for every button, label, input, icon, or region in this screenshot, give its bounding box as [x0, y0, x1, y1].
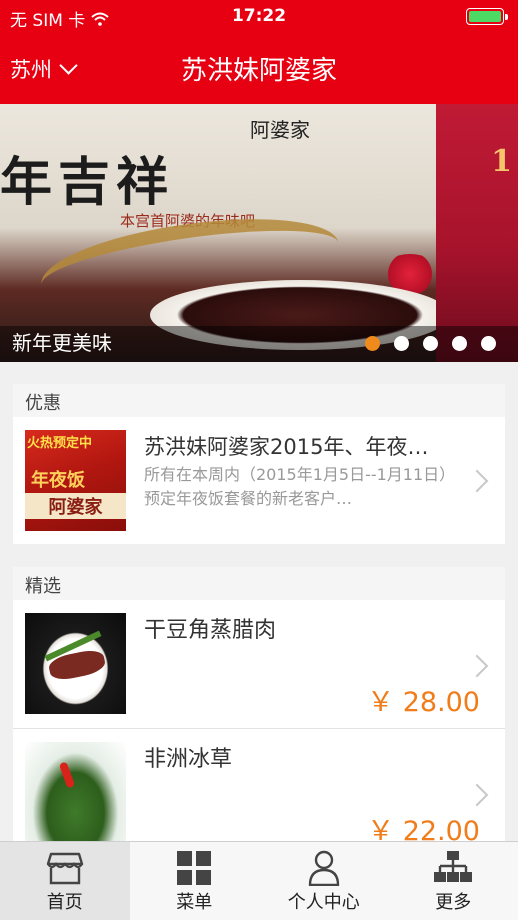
nav-bar: 苏州 苏洪妹阿婆家 — [0, 40, 518, 98]
tab-more[interactable]: 更多 — [389, 842, 518, 920]
dish-thumbnail — [25, 613, 126, 714]
chevron-right-icon — [465, 469, 489, 493]
promo-section: 优惠 火热预定中 年夜饭 阿婆家 苏洪妹阿婆家2015年、年夜… 所有在本周内（… — [13, 384, 505, 544]
tab-profile[interactable]: 个人中心 — [259, 842, 389, 920]
promo-thumb-banner: 阿婆家 — [25, 493, 126, 519]
person-icon — [308, 850, 339, 886]
chevron-right-icon — [465, 654, 489, 678]
tab-label: 菜单 — [176, 892, 213, 913]
banner-caption: 新年更美味 — [12, 331, 112, 355]
status-bar: 无 SIM 卡 17:22 — [0, 0, 518, 34]
banner-image-text-main: 年吉祥 — [0, 152, 175, 213]
tab-menu[interactable]: 菜单 — [130, 842, 260, 920]
battery-level — [469, 11, 501, 22]
page-title: 苏洪妹阿婆家 — [180, 56, 337, 86]
tab-label: 更多 — [435, 892, 472, 913]
sitemap-icon — [434, 851, 473, 882]
dish-thumbnail — [25, 742, 126, 843]
promo-section-title: 优惠 — [13, 384, 505, 417]
carousel-dot[interactable] — [394, 336, 409, 351]
dish-item[interactable]: 非洲冰草 ￥ 22.00 — [13, 729, 505, 858]
tab-bar: 首页 菜单 个人中心 更多 — [0, 841, 518, 920]
banner-side-text: 1 — [491, 144, 512, 179]
promo-title: 苏洪妹阿婆家2015年、年夜… — [144, 435, 429, 459]
tab-home[interactable]: 首页 — [0, 842, 130, 920]
promo-thumbnail: 火热预定中 年夜饭 阿婆家 — [25, 430, 126, 531]
promo-description: 所有在本周内（2015年1月5日--1月11日）预定年夜饭套餐的新老客户… — [144, 465, 456, 508]
tab-label: 首页 — [46, 892, 83, 913]
promo-thumb-text-top: 火热预定中 — [27, 436, 93, 451]
app-header: 无 SIM 卡 17:22 苏州 苏洪妹阿婆家 — [0, 0, 518, 104]
carousel-dots — [365, 336, 496, 351]
banner-next-slide-preview: 1 — [436, 104, 518, 362]
dish-price: ￥ 28.00 — [367, 687, 480, 718]
carousel-dot[interactable] — [365, 336, 380, 351]
picks-section: 精选 干豆角蒸腊肉 ￥ 28.00 非洲冰草 ￥ 22.00 — [13, 567, 505, 858]
picks-section-title: 精选 — [13, 567, 505, 600]
promo-thumb-text-mid: 年夜饭 — [31, 470, 85, 491]
banner-carousel[interactable]: 阿婆家 年吉祥 本宫首阿婆的年味吧 1 新年更美味 — [0, 104, 518, 362]
clock: 17:22 — [231, 6, 287, 26]
chevron-right-icon — [465, 783, 489, 807]
dish-name: 干豆角蒸腊肉 — [144, 618, 277, 643]
carousel-dot[interactable] — [452, 336, 467, 351]
grid-menu-icon — [177, 851, 212, 885]
dish-item[interactable]: 干豆角蒸腊肉 ￥ 28.00 — [13, 600, 505, 729]
carousel-dot[interactable] — [481, 336, 496, 351]
carousel-dot[interactable] — [423, 336, 438, 351]
dish-garnish — [58, 761, 76, 789]
banner-image-text-top: 阿婆家 — [250, 118, 310, 142]
home-shop-icon — [46, 852, 83, 885]
promo-thumb-text-bot: 阿婆家 — [48, 497, 103, 518]
banner-image: 阿婆家 年吉祥 本宫首阿婆的年味吧 — [0, 104, 450, 362]
promo-item[interactable]: 火热预定中 年夜饭 阿婆家 苏洪妹阿婆家2015年、年夜… 所有在本周内（201… — [13, 417, 505, 544]
battery-icon — [466, 8, 508, 25]
tab-label: 个人中心 — [287, 892, 360, 913]
dish-name: 非洲冰草 — [144, 747, 233, 772]
